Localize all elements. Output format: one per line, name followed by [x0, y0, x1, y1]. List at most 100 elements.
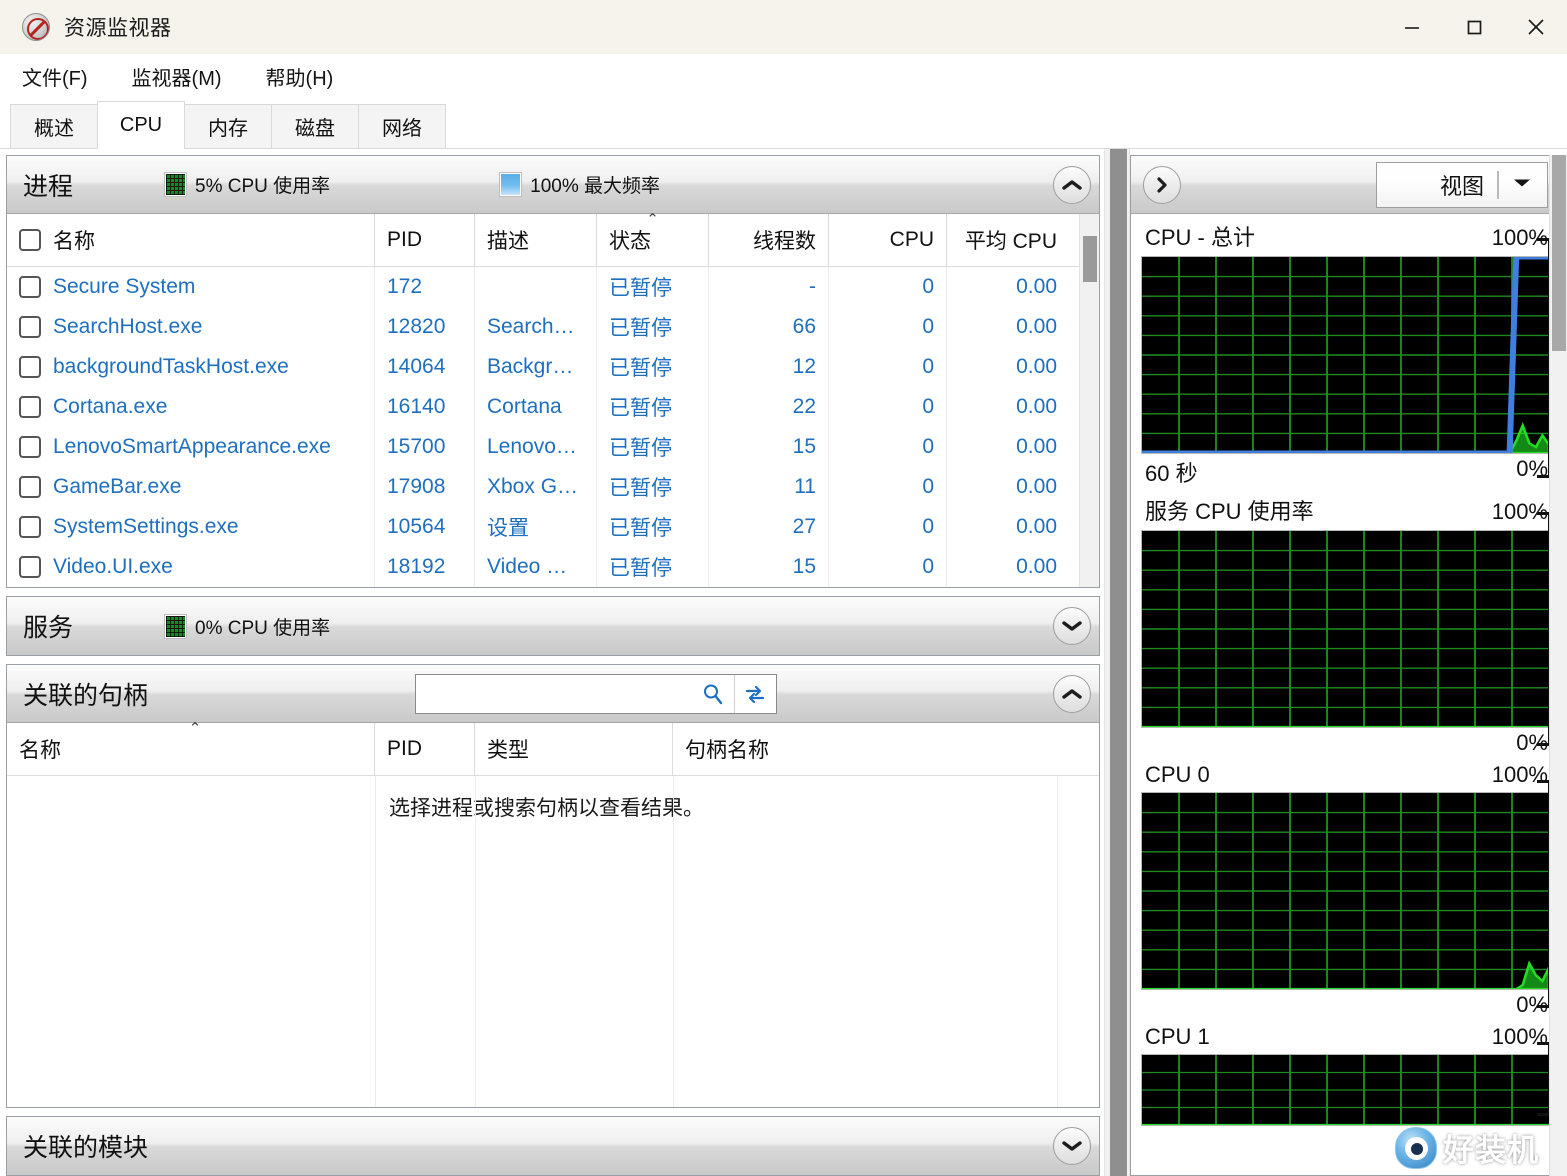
process-cell-desc: Lenovo…	[475, 427, 597, 467]
modules-panel: 关联的模块	[6, 1116, 1100, 1176]
column-header-cpu[interactable]: CPU	[829, 214, 947, 266]
modules-expand-button[interactable]	[1053, 1127, 1091, 1165]
graphs-scrollbar[interactable]	[1549, 155, 1567, 1176]
chevron-right-circle-icon	[1154, 175, 1170, 195]
refresh-icon	[743, 682, 767, 706]
handle-search-box[interactable]	[415, 674, 777, 714]
menu-file[interactable]: 文件(F)	[18, 59, 92, 94]
process-cell-threads: 12	[709, 347, 829, 387]
process-name-label: SystemSettings.exe	[53, 515, 239, 539]
cpu-usage-legend-label: 5% CPU 使用率	[195, 171, 330, 198]
graph-footer: 0%	[1141, 990, 1550, 1018]
menu-help[interactable]: 帮助(H)	[262, 59, 338, 94]
services-expand-button[interactable]	[1053, 607, 1091, 645]
main-scrollbar-thumb[interactable]	[1110, 149, 1127, 1176]
processes-collapse-button[interactable]	[1053, 166, 1091, 204]
main-scrollbar[interactable]	[1104, 149, 1130, 1176]
table-row[interactable]: SearchHost.exe12820Search…已暂停6600.00	[7, 307, 1079, 347]
process-row-checkbox[interactable]	[19, 356, 41, 378]
process-cell-desc: Xbox G…	[475, 467, 597, 507]
handle-search-input[interactable]	[416, 675, 692, 713]
handles-header[interactable]: 关联的句柄	[7, 665, 1099, 723]
handle-search-button[interactable]	[692, 675, 734, 713]
modules-header[interactable]: 关联的模块	[7, 1117, 1099, 1175]
process-row-checkbox[interactable]	[19, 556, 41, 578]
chevron-down-icon	[1061, 1139, 1083, 1153]
handles-column-name[interactable]: ⌃ 名称	[7, 723, 375, 775]
column-header-status[interactable]: ⌃ 状态	[597, 214, 709, 266]
column-header-name[interactable]: 名称	[7, 214, 375, 266]
table-row[interactable]: SystemSettings.exe10564设置已暂停2700.00	[7, 507, 1079, 547]
hide-graphs-button[interactable]	[1143, 166, 1181, 204]
max-frequency-legend-label: 100% 最大频率	[530, 171, 660, 198]
processes-header[interactable]: 进程 5% CPU 使用率 100% 最大频率	[7, 156, 1099, 214]
process-row-checkbox[interactable]	[19, 316, 41, 338]
graph-label-row: 服务 CPU 使用率100%	[1141, 494, 1550, 530]
table-row[interactable]: GameBar.exe17908Xbox G…已暂停1100.00	[7, 467, 1079, 507]
process-cell-name: Secure System	[7, 267, 375, 307]
select-all-checkbox[interactable]	[19, 229, 41, 251]
column-header-average-cpu[interactable]: 平均 CPU	[947, 214, 1069, 266]
process-cell-pid: 17908	[375, 467, 475, 507]
process-cell-threads: 11	[709, 467, 829, 507]
handle-refresh-button[interactable]	[734, 675, 776, 713]
table-row[interactable]: Cortana.exe16140Cortana已暂停2200.00	[7, 387, 1079, 427]
column-header-pid[interactable]: PID	[375, 214, 475, 266]
process-row-checkbox[interactable]	[19, 276, 41, 298]
processes-scrollbar[interactable]	[1079, 214, 1099, 587]
minimize-button[interactable]	[1381, 0, 1443, 54]
process-cell-desc: Cortana	[475, 387, 597, 427]
process-cell-pid: 16140	[375, 387, 475, 427]
graphs-scrollbar-thumb[interactable]	[1552, 155, 1566, 351]
graph-series	[1142, 426, 1549, 453]
handles-column-pid-label: PID	[387, 737, 422, 761]
process-cell-cpu: 0	[829, 307, 947, 347]
column-header-threads[interactable]: 线程数	[709, 214, 829, 266]
process-row-checkbox[interactable]	[19, 396, 41, 418]
tab-network[interactable]: 网络	[358, 104, 446, 148]
resource-monitor-window: 资源监视器 文件(F) 监视器(M) 帮助(H) 概述 CPU 内存 磁盘 网络	[0, 0, 1567, 1176]
view-dropdown-button[interactable]: 视图	[1376, 162, 1548, 208]
process-name-label: backgroundTaskHost.exe	[53, 355, 289, 379]
title-bar: 资源监视器	[0, 0, 1567, 54]
graph-max-label: 100%	[1492, 762, 1548, 788]
handles-column-name-label: 名称	[19, 734, 61, 764]
process-cell-name: SystemSettings.exe	[7, 507, 375, 547]
table-row[interactable]: Secure System172已暂停-00.00	[7, 267, 1079, 307]
process-row-checkbox[interactable]	[19, 516, 41, 538]
process-cell-cpu: 0	[829, 387, 947, 427]
max-frequency-legend: 100% 最大频率	[500, 171, 660, 198]
column-header-description[interactable]: 描述	[475, 214, 597, 266]
process-cell-name: LenovoSmartAppearance.exe	[7, 427, 375, 467]
process-cell-name: Video.UI.exe	[7, 547, 375, 587]
services-header[interactable]: 服务 0% CPU 使用率	[7, 597, 1099, 655]
process-cell-avg: 0.00	[947, 547, 1069, 587]
handles-empty-message: 选择进程或搜索句柄以查看结果。	[7, 776, 704, 1107]
handles-column-pid[interactable]: PID	[375, 723, 475, 775]
tab-memory[interactable]: 内存	[184, 104, 272, 148]
process-name-label: Cortana.exe	[53, 395, 167, 419]
graph-list: CPU - 总计100%60 秒0%服务 CPU 使用率100%0%CPU 01…	[1131, 214, 1560, 1175]
table-row[interactable]: Video.UI.exe18192Video …已暂停1500.00	[7, 547, 1079, 587]
table-row[interactable]: LenovoSmartAppearance.exe15700Lenovo…已暂停…	[7, 427, 1079, 467]
resource-monitor-icon	[22, 13, 50, 41]
table-row[interactable]: backgroundTaskHost.exe14064Backgr…已暂停120…	[7, 347, 1079, 387]
tab-cpu[interactable]: CPU	[97, 101, 185, 149]
menu-monitor[interactable]: 监视器(M)	[128, 59, 226, 94]
tab-disk[interactable]: 磁盘	[271, 104, 359, 148]
process-row-checkbox[interactable]	[19, 476, 41, 498]
graph-max-label: 100%	[1492, 1024, 1548, 1050]
process-cell-cpu: 0	[829, 507, 947, 547]
green-swatch-icon	[165, 615, 186, 638]
handles-column-type[interactable]: 类型	[475, 723, 673, 775]
column-header-description-label: 描述	[487, 225, 529, 255]
maximize-button[interactable]	[1443, 0, 1505, 54]
tab-overview[interactable]: 概述	[10, 104, 98, 148]
handles-collapse-button[interactable]	[1053, 675, 1091, 713]
processes-scrollbar-thumb[interactable]	[1083, 236, 1097, 282]
process-cell-pid: 12820	[375, 307, 475, 347]
close-button[interactable]	[1505, 0, 1567, 54]
graph-title: CPU 1	[1145, 1024, 1210, 1050]
process-row-checkbox[interactable]	[19, 436, 41, 458]
handles-column-handle-name[interactable]: 句柄名称	[673, 723, 1057, 775]
